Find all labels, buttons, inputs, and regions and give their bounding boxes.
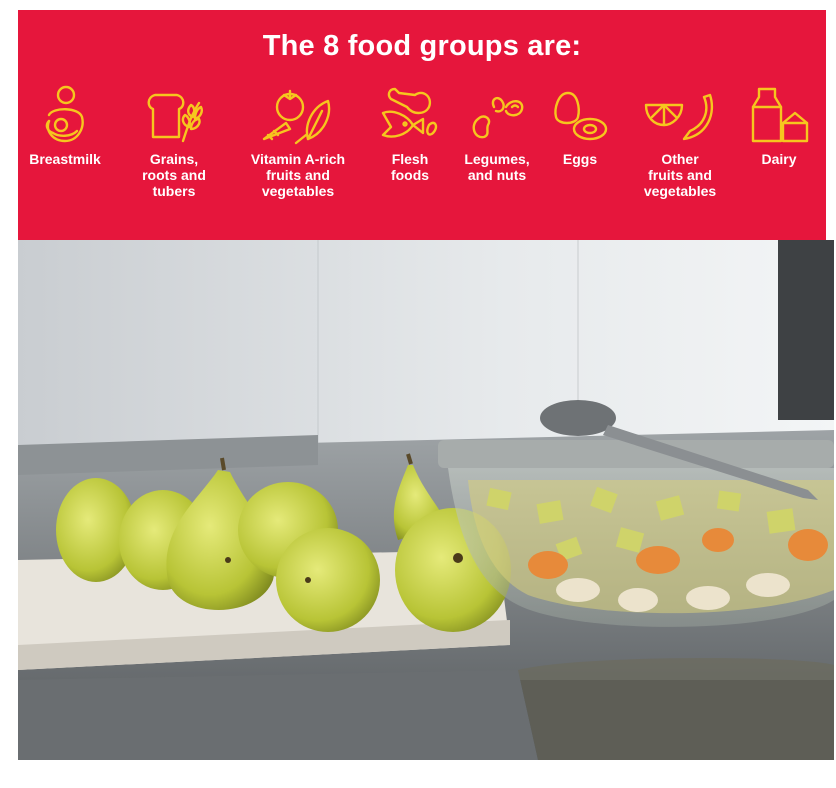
- bread-grain-icon: [126, 85, 222, 147]
- banner-title: The 8 food groups are:: [262, 30, 582, 62]
- food-group-label: Grains, roots and tubers: [142, 151, 206, 199]
- eggs-icon: [548, 85, 612, 147]
- food-group-breastmilk: Breastmilk: [20, 85, 110, 235]
- food-group-label: Dairy: [761, 151, 797, 167]
- milk-carton-cheese-icon: [742, 85, 816, 147]
- food-group-label: Legumes, and nuts: [464, 151, 530, 183]
- food-group-vitamin-a: Vitamin A-rich fruits and vegetables: [236, 85, 360, 235]
- food-groups-banner: The 8 food groups are: Breastmilk Grains…: [18, 10, 826, 240]
- food-group-label: Flesh foods: [390, 151, 430, 183]
- food-group-label: Vitamin A-rich fruits and vegetables: [250, 151, 346, 199]
- drumstick-fish-icon: [372, 85, 448, 147]
- food-group-flesh-foods: Flesh foods: [372, 85, 448, 235]
- fruit-photo: [18, 240, 834, 760]
- food-group-dairy: Dairy: [742, 85, 816, 235]
- food-group-label: Other fruits and vegetables: [643, 151, 717, 199]
- food-group-label: Eggs: [562, 151, 598, 167]
- food-group-legumes: Legumes, and nuts: [450, 85, 544, 235]
- orange-banana-icon: [622, 85, 738, 147]
- food-group-other-fruits: Other fruits and vegetables: [622, 85, 738, 235]
- fruit-photo-image: [18, 240, 834, 760]
- food-group-label: Breastmilk: [29, 151, 101, 167]
- food-group-grains: Grains, roots and tubers: [126, 85, 222, 235]
- food-group-eggs: Eggs: [548, 85, 612, 235]
- breastfeeding-icon: [20, 85, 110, 147]
- tomato-carrot-leaf-icon: [236, 85, 360, 147]
- beans-icon: [450, 85, 544, 147]
